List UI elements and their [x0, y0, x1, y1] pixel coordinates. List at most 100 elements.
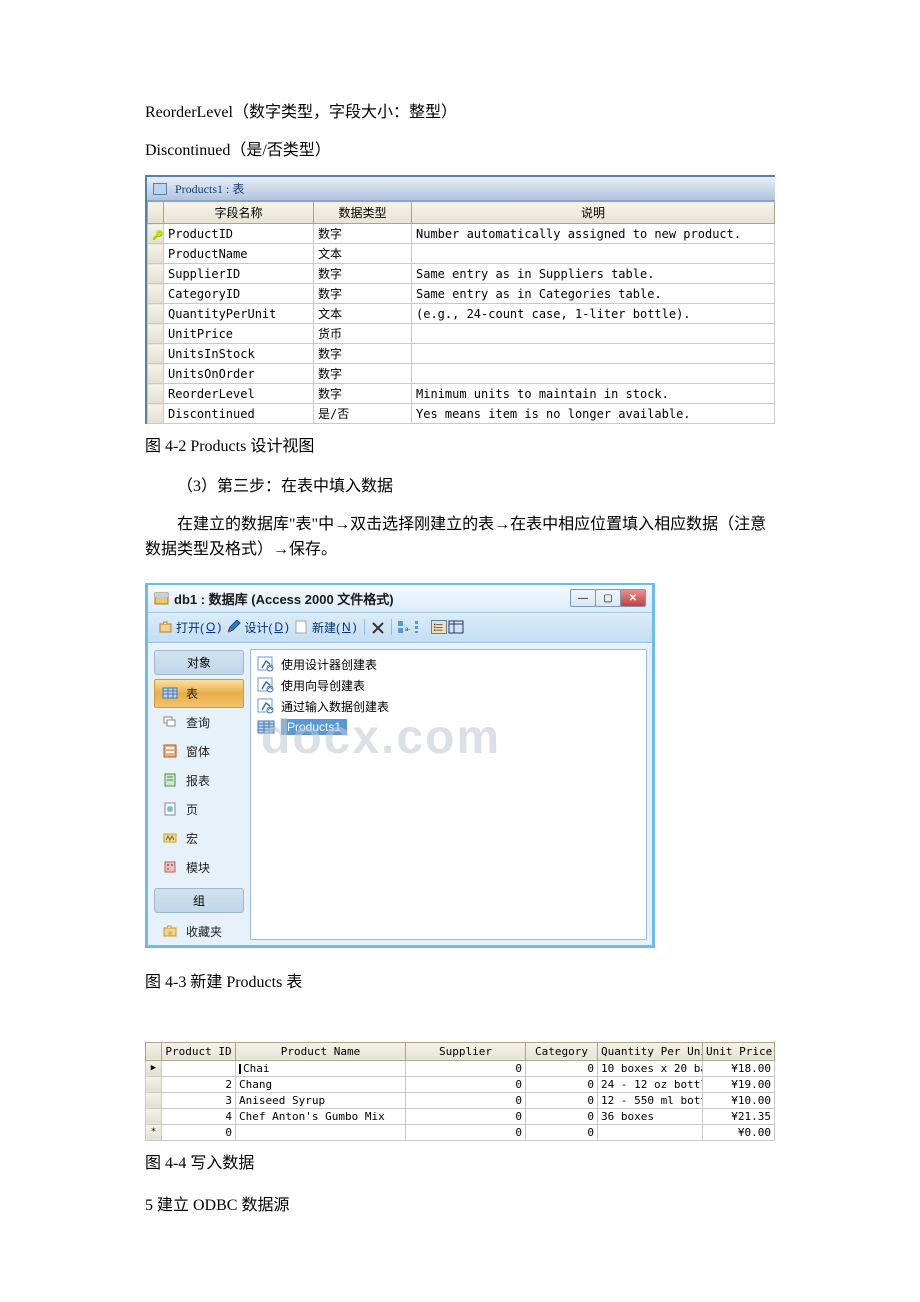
row-marker [148, 364, 164, 384]
cell-fieldname[interactable]: UnitsOnOrder [164, 364, 314, 384]
cell-qpu[interactable] [598, 1124, 703, 1140]
cell-datatype[interactable]: 数字 [314, 344, 412, 364]
table-row: ProductName文本 [148, 244, 775, 264]
cell-fieldname[interactable]: CategoryID [164, 284, 314, 304]
cell-fieldname[interactable]: UnitPrice [164, 324, 314, 344]
view-large-icon[interactable]: a- [397, 620, 413, 634]
cell-productid[interactable]: 2 [162, 1076, 236, 1092]
table-row: 2Chang0024 - 12 oz bottl¥19.00 [146, 1076, 775, 1092]
cell-fieldname[interactable]: ProductID [164, 224, 314, 244]
cell-unitprice[interactable]: ¥21.35 [703, 1108, 775, 1124]
cell-category[interactable]: 0 [526, 1092, 598, 1108]
cell-fieldname[interactable]: SupplierID [164, 264, 314, 284]
cell-productid[interactable]: 0 [162, 1124, 236, 1140]
cell-datatype[interactable]: 文本 [314, 304, 412, 324]
cell-datatype[interactable]: 文本 [314, 244, 412, 264]
sidebar-pages[interactable]: 页 [154, 795, 244, 824]
cell-qpu[interactable]: 36 boxes [598, 1108, 703, 1124]
cell-category[interactable]: 0 [526, 1108, 598, 1124]
cell-productid[interactable] [162, 1060, 236, 1076]
text-reorderlevel: ReorderLevel（数字类型，字段大小：整型） [145, 100, 775, 126]
view-small-icon[interactable] [414, 620, 430, 634]
sidebar-favorites[interactable]: 收藏夹 [154, 917, 244, 946]
cell-description[interactable] [412, 364, 775, 384]
view-list-icon[interactable] [431, 620, 447, 634]
cell-description[interactable]: Minimum units to maintain in stock. [412, 384, 775, 404]
cell-unitprice[interactable]: ¥18.00 [703, 1060, 775, 1076]
table-row: 4Chef Anton's Gumbo Mix0036 boxes¥21.35 [146, 1108, 775, 1124]
cell-productid[interactable]: 3 [162, 1092, 236, 1108]
row-marker [148, 284, 164, 304]
cell-datatype[interactable]: 是/否 [314, 404, 412, 424]
minimize-button[interactable]: — [570, 589, 596, 607]
cell-description[interactable] [412, 344, 775, 364]
cell-productid[interactable]: 4 [162, 1108, 236, 1124]
cell-description[interactable]: Number automatically assigned to new pro… [412, 224, 775, 244]
cell-description[interactable]: Same entry as in Suppliers table. [412, 264, 775, 284]
create-via-wizard[interactable]: 使用向导创建表 [255, 675, 642, 696]
cell-qpu[interactable]: 10 boxes x 20 ba [598, 1060, 703, 1076]
cell-fieldname[interactable]: QuantityPerUnit [164, 304, 314, 324]
cell-qpu[interactable]: 24 - 12 oz bottl [598, 1076, 703, 1092]
text-cursor [239, 1064, 241, 1074]
maximize-button[interactable]: ▢ [595, 589, 621, 607]
cell-supplier[interactable]: 0 [406, 1092, 526, 1108]
cell-supplier[interactable]: 0 [406, 1124, 526, 1140]
cell-productname[interactable]: Aniseed Syrup [236, 1092, 406, 1108]
cell-datatype[interactable]: 数字 [314, 364, 412, 384]
cell-description[interactable]: (e.g., 24-count case, 1-liter bottle). [412, 304, 775, 324]
toolbar-new[interactable]: 新建(N) [292, 619, 359, 636]
cell-description[interactable]: Same entry as in Categories table. [412, 284, 775, 304]
cell-unitprice[interactable]: ¥10.00 [703, 1092, 775, 1108]
row-marker: ▶ [146, 1060, 162, 1076]
cell-unitprice[interactable]: ¥0.00 [703, 1124, 775, 1140]
cell-datatype[interactable]: 货币 [314, 324, 412, 344]
cell-productname[interactable]: Chef Anton's Gumbo Mix [236, 1108, 406, 1124]
toolbar: 打开(O) 设计(D) 新建(N) a- [148, 613, 652, 643]
toolbar-design[interactable]: 设计(D) [224, 619, 291, 636]
cell-productname[interactable]: Chai [236, 1060, 406, 1076]
create-via-input[interactable]: 通过输入数据创建表 [255, 696, 642, 717]
cell-productname[interactable] [236, 1124, 406, 1140]
header-type: 数据类型 [314, 202, 412, 224]
cell-category[interactable]: 0 [526, 1076, 598, 1092]
cell-unitprice[interactable]: ¥19.00 [703, 1076, 775, 1092]
cell-datatype[interactable]: 数字 [314, 264, 412, 284]
toolbar-open[interactable]: 打开(O) [156, 619, 223, 636]
cell-description[interactable]: Yes means item is no longer available. [412, 404, 775, 424]
cell-datatype[interactable]: 数字 [314, 384, 412, 404]
sidebar-queries[interactable]: 查询 [154, 708, 244, 737]
table-object-icon [257, 719, 275, 735]
sidebar-tables[interactable]: 表 [154, 679, 244, 708]
cell-qpu[interactable]: 12 - 550 ml bott [598, 1092, 703, 1108]
query-icon [162, 715, 178, 729]
row-marker [148, 404, 164, 424]
cell-category[interactable]: 0 [526, 1124, 598, 1140]
cell-fieldname[interactable]: UnitsInStock [164, 344, 314, 364]
delete-icon[interactable] [370, 620, 386, 634]
sidebar-reports[interactable]: 报表 [154, 766, 244, 795]
cell-datatype[interactable]: 数字 [314, 224, 412, 244]
cell-fieldname[interactable]: ProductName [164, 244, 314, 264]
cell-productname[interactable]: Chang [236, 1076, 406, 1092]
create-via-designer[interactable]: 使用设计器创建表 [255, 654, 642, 675]
cell-fieldname[interactable]: Discontinued [164, 404, 314, 424]
favorites-icon [162, 924, 178, 938]
sidebar-forms[interactable]: 窗体 [154, 737, 244, 766]
cell-description[interactable] [412, 244, 775, 264]
cell-category[interactable]: 0 [526, 1060, 598, 1076]
shortcut-icon [257, 698, 275, 714]
cell-supplier[interactable]: 0 [406, 1060, 526, 1076]
view-details-icon[interactable] [448, 620, 464, 634]
cell-datatype[interactable]: 数字 [314, 284, 412, 304]
window-icon [153, 183, 167, 195]
cell-supplier[interactable]: 0 [406, 1108, 526, 1124]
close-button[interactable]: ✕ [620, 589, 646, 607]
cell-supplier[interactable]: 0 [406, 1076, 526, 1092]
cell-description[interactable] [412, 324, 775, 344]
cell-fieldname[interactable]: ReorderLevel [164, 384, 314, 404]
table-products1[interactable]: Products1 [255, 717, 642, 737]
sidebar-macros[interactable]: 宏 [154, 824, 244, 853]
sidebar-modules[interactable]: 模块 [154, 853, 244, 882]
open-icon [158, 620, 174, 634]
